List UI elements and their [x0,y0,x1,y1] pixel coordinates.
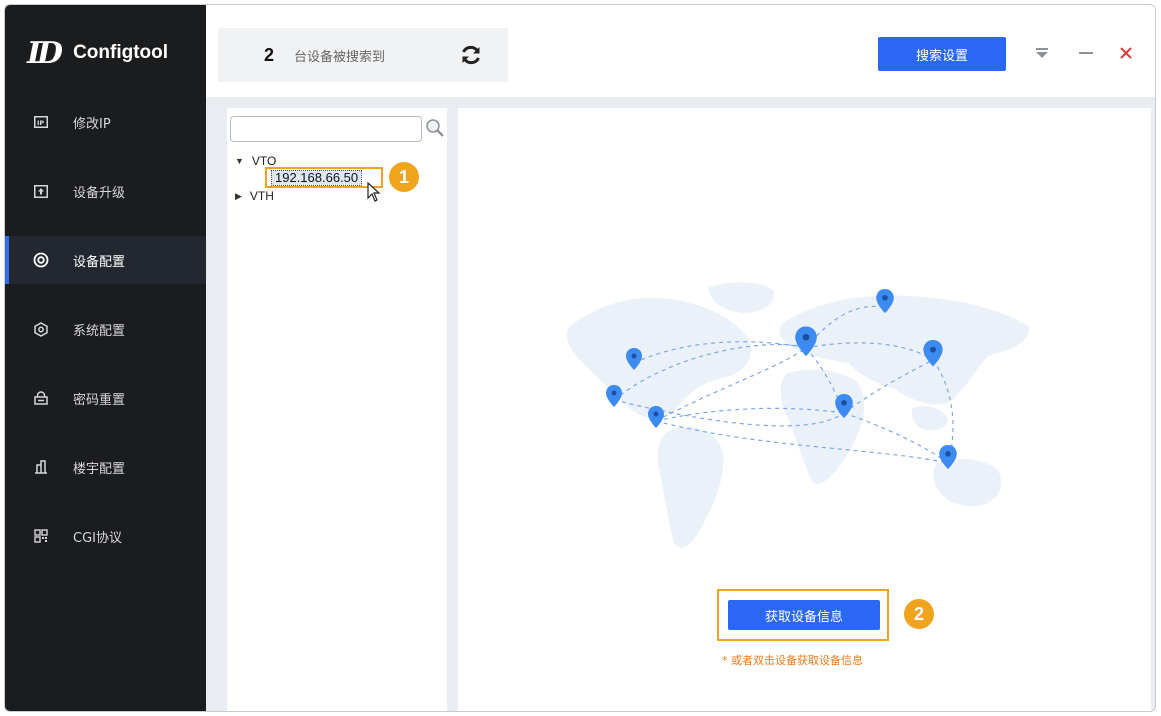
logo-mark: ID [27,35,63,71]
cursor-icon [367,181,381,206]
svg-text:IP: IP [37,119,44,127]
sidebar-item-modify-ip[interactable]: IP 修改IP [5,98,206,146]
top-bar: 2 台设备被搜索到 搜索设置 [206,5,1155,97]
search-icon[interactable] [424,116,446,140]
tree-group-vth[interactable]: ▶ VTH [235,189,274,203]
sidebar-item-label: 设备配置 [73,254,126,270]
sidebar-item-label: 楼宇配置 [73,461,126,477]
lock-icon [33,390,49,406]
dropdown-icon[interactable] [1032,43,1052,63]
sidebar-item-device-upgrade[interactable]: 设备升级 [5,167,206,215]
device-count: 2 [264,44,275,65]
device-count-panel: 2 台设备被搜索到 [218,28,508,82]
tree-group-vto[interactable]: ▼ VTO [235,154,276,168]
main-panel: 获取设备信息 2 * 或者双击设备获取设备信息 [458,108,1151,711]
target-icon [33,252,49,268]
tree-group-label: VTH [249,189,274,203]
sidebar-item-label: 密码重置 [73,392,126,408]
minimize-icon[interactable] [1076,43,1096,63]
building-icon [33,459,49,475]
get-device-info-button[interactable]: 获取设备信息 [728,600,880,630]
app-logo: ID Configtool [27,33,168,73]
sidebar-item-label: 修改IP [73,116,111,132]
close-icon[interactable] [1116,43,1136,63]
sidebar-item-device-config[interactable]: 设备配置 [5,236,206,284]
hint-text: * 或者双击设备获取设备信息 [722,654,863,667]
device-count-text: 台设备被搜索到 [294,49,386,65]
sidebar-item-label: CGI协议 [73,530,122,546]
ip-icon: IP [33,114,49,130]
sidebar: ID Configtool IP 修改IP 设备升级 设备配置 系统配置 密码重… [5,5,206,711]
search-settings-button[interactable]: 搜索设置 [878,37,1006,71]
grid-icon [33,528,49,544]
refresh-icon[interactable] [458,42,484,68]
expand-triangle-icon[interactable]: ▼ [235,156,244,166]
sidebar-item-label: 设备升级 [73,185,126,201]
app-title: Configtool [73,42,169,63]
upgrade-icon [33,183,49,199]
app-window: ID Configtool IP 修改IP 设备升级 设备配置 系统配置 密码重… [4,4,1156,712]
step-badge-2: 2 [904,599,934,629]
sidebar-item-building-config[interactable]: 楼宇配置 [5,443,206,491]
device-search-input[interactable] [230,116,422,142]
sidebar-item-password-reset[interactable]: 密码重置 [5,374,206,422]
sidebar-item-system-config[interactable]: 系统配置 [5,305,206,353]
collapse-triangle-icon[interactable]: ▶ [235,191,242,202]
hexagon-icon [33,321,49,337]
world-map-illustration [566,282,1029,548]
device-tree-panel: ▼ VTO ▶ VTH 192.168.66.50 1 [227,108,447,711]
tree-group-label: VTO [251,154,277,168]
sidebar-item-cgi-protocol[interactable]: CGI协议 [5,512,206,560]
step-badge-1: 1 [389,162,419,192]
sidebar-item-label: 系统配置 [73,323,126,339]
tree-item-device-ip[interactable]: 192.168.66.50 [271,170,363,186]
